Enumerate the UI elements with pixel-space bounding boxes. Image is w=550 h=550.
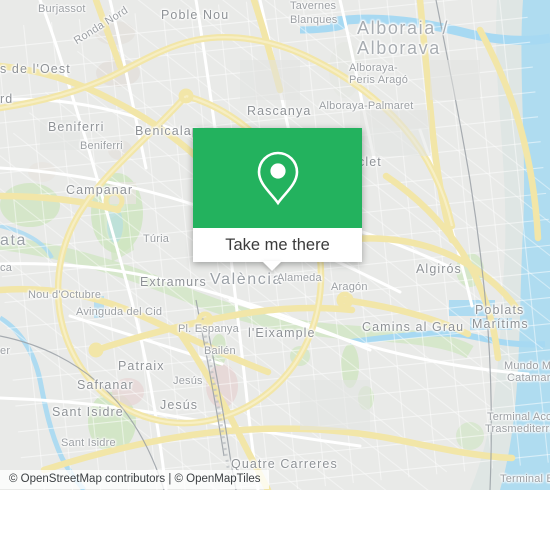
map-label: Sant Isidre [52,405,124,419]
map-label: Catamaran [507,372,550,384]
place-popup-card[interactable]: Take me there [193,128,362,262]
map-label: Patraix [118,359,165,373]
map-label: Alborava [357,38,441,58]
map-label: Alameda [277,272,322,284]
map-label: Algirós [416,262,462,276]
take-me-there-button[interactable]: Take me there [193,228,362,262]
map-label: Camins al Grau [362,320,465,334]
map-label: Sant Isidre [61,437,116,449]
map-label: Alboraia / [357,18,450,38]
map-label: Blanques [290,14,338,26]
map-label: Aragón [331,281,368,293]
map-label: Safranar [77,378,134,392]
map-label: Poble Nou [161,8,230,22]
map-label: Quatre Carreres [231,457,338,471]
map-attribution[interactable]: © OpenStreetMap contributors | © OpenMap… [0,470,269,489]
map-label: Jesús [173,375,203,387]
map-label: ca [0,262,13,274]
map-label: Rascanya [247,104,312,118]
map-label: València [210,271,283,288]
map-label: Terminal Bale [500,473,550,485]
map-label: Peris Aragó [349,74,409,86]
map-label: Trasmediterran [485,423,550,435]
map-label: Avinguda del Cid [76,306,163,318]
map-label: rd [0,92,14,106]
map-viewport[interactable]: Burjassot Poble Nou Tavernes Blanques Albora… [0,0,550,490]
footer-bar: Tribunal Superior de Justícia de la Ctat… [0,490,550,550]
map-label: er [0,345,11,357]
map-label: Burjassot [38,3,86,15]
map-label: Extramurs [140,275,207,289]
map-label: Pl. Espanya [178,323,239,335]
map-label: Alboraya-Palmaret [319,100,414,112]
map-label: Mundo Mar [504,360,550,372]
map-label: Tavernes [290,0,337,12]
map-label: s de l'Oest [0,62,71,76]
map-label: Jesús [160,398,199,412]
map-label: ata [0,232,28,249]
map-label: l'Eixample [248,326,316,340]
map-label: Alboraya- [349,62,398,74]
map-label: Poblats [475,303,525,317]
map-label: Túria [143,233,170,245]
map-label: Terminal Accion [487,411,550,423]
map-label: Beniferri [80,140,123,152]
map-label: Beniferri [48,120,105,134]
map-label: Marítims [472,317,529,331]
popup-pin-area [193,128,362,228]
map-pin-icon [257,151,298,206]
popup-tail [262,261,282,271]
moovit-map-screen: Burjassot Poble Nou Tavernes Blanques Albora… [0,0,550,550]
map-label: Campanar [66,183,134,197]
map-label: Benicalap [135,124,200,138]
map-label: Nou d'Octubre [28,289,102,301]
map-label: Bailén [204,345,236,357]
